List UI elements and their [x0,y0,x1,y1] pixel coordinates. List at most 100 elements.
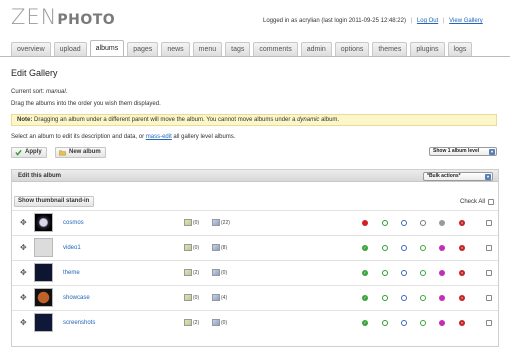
drag-handle-icon[interactable]: ✥ [20,319,27,327]
publish-status-icon[interactable]: ✓ [362,295,368,301]
subalbum-count: (22) [212,219,230,226]
album-thumbnail[interactable] [34,263,53,282]
album-row[interactable]: ✥ showcase (0) (4) ✓ × [12,285,498,310]
bulk-actions-value: *Bulk actions* [427,173,461,179]
dropdown-arrow-icon: ▾ [485,174,491,180]
reset-hitcounter-icon[interactable] [439,220,445,226]
zenphoto-logo[interactable]: ZENPHOTO [11,5,115,29]
comments-icon[interactable] [382,295,388,301]
note-text: Dragging an album under a different pare… [34,117,298,123]
tab-plugins[interactable]: plugins [410,42,445,57]
cache-icon[interactable] [420,245,426,251]
tab-overview[interactable]: overview [11,42,51,57]
note-end: album. [319,117,340,123]
comments-icon[interactable] [382,270,388,276]
edit-icon[interactable] [401,245,407,251]
cache-icon[interactable] [420,320,426,326]
tab-divider [0,56,510,57]
edit-icon[interactable] [401,320,407,326]
current-sort-end: . [65,89,68,95]
publish-status-icon[interactable]: ✓ [362,270,368,276]
reset-hitcounter-icon[interactable] [439,295,445,301]
album-checkbox[interactable] [486,270,492,276]
delete-icon[interactable]: × [459,245,465,251]
delete-icon[interactable]: × [459,220,465,226]
delete-icon[interactable]: × [459,295,465,301]
login-text: Logged in as acrylian (last login 2011-0… [263,18,406,24]
tab-menu[interactable]: menu [192,42,223,57]
logout-link[interactable]: Log Out [417,18,438,24]
tab-pages[interactable]: pages [127,42,159,57]
checkmark-icon [15,149,22,156]
subalbums-icon [212,219,220,226]
show-levels-select[interactable]: Show 1 album level ▾ [429,147,497,156]
album-row[interactable]: ✥ cosmos (0) (22) × [12,210,498,235]
mass-edit-link[interactable]: mass-edit [146,134,172,140]
album-checkbox[interactable] [486,220,492,226]
album-row[interactable]: ✥ screenshots (2) (0) ✓ × [12,310,498,335]
separator: | [410,18,413,24]
cache-icon[interactable] [420,295,426,301]
main-tabs: overview upload albums pages news menu tags com… [11,40,473,57]
comments-icon[interactable] [382,320,388,326]
image-count-value: (0) [193,219,200,226]
drag-handle-icon[interactable]: ✥ [20,269,27,277]
subalbum-count-value: (22) [221,219,230,226]
show-thumbnail-standin-button[interactable]: Show thumbnail stand-in [14,196,95,207]
apply-button[interactable]: Apply [11,147,47,158]
album-checkbox[interactable] [486,245,492,251]
reset-hitcounter-icon[interactable] [439,320,445,326]
album-checkbox[interactable] [486,295,492,301]
tab-tags[interactable]: tags [225,42,251,57]
tab-comments[interactable]: comments [253,42,298,57]
current-sort-value: manual [46,89,66,95]
delete-icon[interactable]: × [459,320,465,326]
comments-icon[interactable] [382,220,388,226]
cache-icon[interactable] [420,270,426,276]
reset-hitcounter-icon[interactable] [439,270,445,276]
drag-handle-icon[interactable]: ✥ [20,244,27,252]
images-icon [184,244,192,251]
view-gallery-link[interactable]: View Gallery [449,18,483,24]
edit-icon[interactable] [401,295,407,301]
check-all[interactable]: Check All [460,199,495,205]
album-name-link[interactable]: video1 [63,245,81,251]
publish-status-icon[interactable]: ✓ [362,320,368,326]
drag-handle-icon[interactable]: ✥ [20,219,27,227]
album-checkbox[interactable] [486,320,492,326]
album-thumbnail[interactable] [34,213,53,232]
album-thumbnail[interactable] [34,238,53,257]
edit-icon[interactable] [401,270,407,276]
album-name-link[interactable]: screenshots [63,320,95,326]
tab-logs[interactable]: logs [447,42,473,57]
show-levels-value: Show 1 album level [433,148,480,154]
bulk-actions-select[interactable]: *Bulk actions* ▾ [423,172,493,181]
cache-icon[interactable] [420,220,426,226]
publish-status-icon[interactable] [362,220,368,226]
tab-options[interactable]: options [334,42,370,57]
album-thumbnail[interactable] [34,288,53,307]
tab-news[interactable]: news [161,42,190,57]
album-name-link[interactable]: showcase [63,295,90,301]
delete-icon[interactable]: × [459,270,465,276]
tab-themes[interactable]: themes [372,42,408,57]
album-row[interactable]: ✥ theme (2) (0) ✓ × [12,260,498,285]
edit-icon[interactable] [401,220,407,226]
album-name-link[interactable]: cosmos [63,220,84,226]
album-name-link[interactable]: theme [63,270,80,276]
tab-upload[interactable]: upload [53,42,87,57]
drag-handle-icon[interactable]: ✥ [20,294,27,302]
comments-icon[interactable] [382,245,388,251]
current-sort-label: Current sort: [11,89,45,95]
tab-admin[interactable]: admin [300,42,332,57]
album-row[interactable]: ✥ video1 (0) (8) ✓ × [12,235,498,260]
new-album-button[interactable]: New album [55,147,106,158]
tab-albums[interactable]: albums [89,40,125,57]
publish-status-icon[interactable]: ✓ [362,245,368,251]
reset-hitcounter-icon[interactable] [439,245,445,251]
album-thumbnail[interactable] [34,313,53,332]
subalbum-count: (8) [212,244,227,251]
check-all-checkbox[interactable] [488,199,495,205]
logo-photo: PHOTO [57,12,116,28]
note-label: Note: [17,117,33,123]
